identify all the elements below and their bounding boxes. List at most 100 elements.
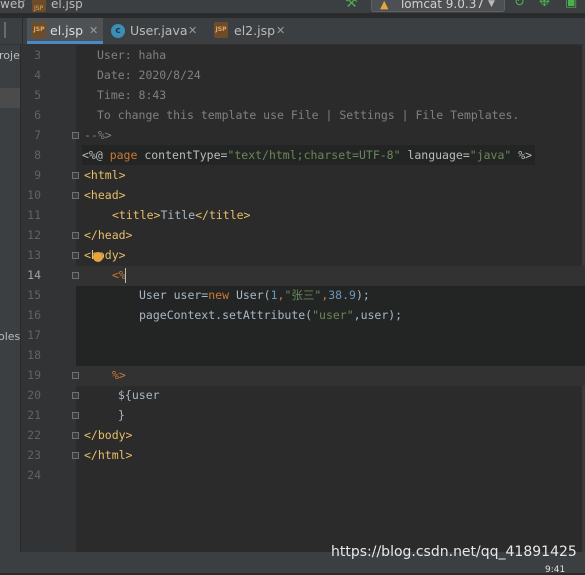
- fold-marker-icon[interactable]: [72, 432, 79, 439]
- code-line-13[interactable]: <body>: [84, 245, 126, 265]
- line-number: 15: [27, 288, 41, 302]
- line-number: 12: [27, 228, 41, 242]
- scriptlet-end-highlight: [76, 366, 585, 386]
- tab-el2-jsp[interactable]: JSP el2.jsp ✕: [210, 18, 288, 44]
- tab-bar-handle[interactable]: [0, 18, 23, 44]
- rerun-icon[interactable]: ↻: [514, 0, 525, 9]
- fold-marker-icon[interactable]: [72, 272, 79, 279]
- project-tree-item[interactable]: oles: [0, 330, 20, 343]
- fold-marker-icon[interactable]: [72, 172, 79, 179]
- close-icon[interactable]: ✕: [276, 18, 285, 44]
- fold-marker-icon[interactable]: [72, 132, 79, 139]
- code-keyword: new: [208, 288, 230, 302]
- directive-value: "text/html;charset=UTF-8": [227, 148, 401, 162]
- tab-el-jsp[interactable]: JSP el.jsp ✕: [27, 18, 103, 44]
- code-line-11[interactable]: <title>Title</title>: [112, 205, 250, 225]
- line-number: 21: [27, 408, 41, 422]
- build-hammer-icon[interactable]: ⚒: [345, 0, 358, 10]
- code-line-6[interactable]: To change this template use File | Setti…: [97, 105, 519, 125]
- directive-keyword: page: [109, 148, 138, 162]
- code-line-4[interactable]: Date: 2020/8/24: [97, 65, 201, 85]
- line-number: 7: [34, 128, 41, 142]
- line-number: 8: [34, 148, 41, 162]
- code-line-12[interactable]: </head>: [84, 225, 132, 245]
- chevron-down-icon: ▼: [488, 0, 495, 9]
- code-line-14[interactable]: <%: [112, 265, 126, 285]
- selected-tree-row[interactable]: [0, 88, 20, 108]
- debug-bug-icon[interactable]: ❉: [539, 0, 550, 9]
- jsp-file-icon: JSP: [32, 22, 46, 38]
- code-text: User(: [229, 288, 271, 302]
- line-number: 13: [27, 248, 41, 262]
- current-line-highlight: [76, 266, 585, 286]
- code-line-23[interactable]: </html>: [84, 445, 132, 465]
- directive-attr: language=: [400, 148, 470, 162]
- code-line-22[interactable]: </body>: [84, 425, 132, 445]
- tag-text: Title: [160, 208, 196, 222]
- tab-label: el.jsp: [50, 23, 84, 38]
- code-line-3[interactable]: User: haha: [97, 45, 166, 65]
- navigation-bar: web / JSP el.jsp ⚒ ▲ Tomcat 9.0.37 ▼ ↻ ❉…: [0, 0, 585, 13]
- java-class-icon: c: [111, 24, 125, 38]
- code-string: "张三": [284, 288, 322, 302]
- code-line-19[interactable]: %>: [112, 365, 126, 385]
- taskbar-clock: 9:41: [545, 565, 566, 575]
- project-panel-edge[interactable]: roje oles: [0, 45, 20, 573]
- line-number: 4: [34, 68, 41, 82]
- fold-marker-icon[interactable]: [72, 252, 79, 259]
- fold-marker-icon[interactable]: [72, 192, 79, 199]
- code-number: 38.9: [328, 288, 356, 302]
- fold-marker-icon[interactable]: [72, 372, 79, 379]
- code-number: 1: [270, 288, 278, 302]
- line-number: 10: [27, 188, 41, 202]
- close-icon[interactable]: ✕: [188, 18, 197, 44]
- line-number: 23: [27, 448, 41, 462]
- code-line-20[interactable]: ${user: [118, 385, 160, 405]
- tag-close: </title>: [195, 208, 251, 222]
- line-number: 17: [27, 328, 41, 342]
- code-string: "user": [312, 308, 354, 322]
- fold-marker-icon[interactable]: [72, 412, 79, 419]
- directive-open: <%@: [82, 148, 110, 162]
- code-text: pageContext.setAttribute(: [139, 308, 313, 322]
- line-number: 18: [27, 348, 41, 362]
- line-number: 6: [34, 108, 41, 122]
- tab-user-java[interactable]: c User.java ✕: [108, 18, 206, 44]
- code-line-10[interactable]: <head>: [84, 185, 126, 205]
- line-number: 5: [34, 88, 41, 102]
- line-number: 20: [27, 388, 41, 402]
- tab-label: el2.jsp: [234, 23, 276, 38]
- code-line-21[interactable]: }: [118, 405, 125, 425]
- run-coverage-icon[interactable]: ▣: [565, 0, 577, 9]
- directive-attr: contentType=: [137, 148, 228, 162]
- code-line-7[interactable]: --%>: [84, 125, 112, 145]
- line-number: 3: [34, 48, 41, 62]
- directive-value: "java": [469, 148, 512, 162]
- code-line-16[interactable]: pageContext.setAttribute("user",user);: [139, 305, 402, 325]
- line-number: 22: [27, 428, 41, 442]
- line-number: 19: [27, 368, 41, 382]
- close-icon[interactable]: ✕: [89, 18, 98, 44]
- code-line-5[interactable]: Time: 8:43: [97, 85, 166, 105]
- editor-tab-bar: JSP el.jsp ✕ c User.java ✕ JSP el2.jsp ✕: [0, 18, 585, 45]
- intention-bulb-icon[interactable]: [93, 252, 103, 262]
- jsp-file-icon: JSP: [31, 0, 47, 14]
- breadcrumb-separator: /: [21, 0, 26, 11]
- svg-text:JSP: JSP: [33, 5, 44, 12]
- jsp-file-icon: JSP: [214, 22, 228, 38]
- fold-marker-icon[interactable]: [72, 232, 79, 239]
- line-number: 24: [27, 468, 41, 482]
- fold-marker-icon[interactable]: [72, 392, 79, 399]
- code-line-9[interactable]: <html>: [84, 165, 126, 185]
- tag-open: <title>: [112, 208, 161, 222]
- breadcrumb-file[interactable]: el.jsp: [51, 0, 83, 10]
- code-text: User user=: [139, 288, 209, 302]
- run-configuration-dropdown[interactable]: ▲ Tomcat 9.0.37 ▼: [371, 0, 505, 12]
- code-line-8[interactable]: <%@ page contentType="text/html;charset=…: [82, 145, 536, 165]
- code-text: );: [355, 288, 370, 302]
- tab-label: User.java: [130, 23, 188, 38]
- fold-marker-icon[interactable]: [72, 452, 79, 459]
- code-line-15[interactable]: User user=new User(1,"张三",38.9);: [139, 285, 370, 305]
- line-number: 11: [27, 208, 41, 222]
- directive-close: %>: [511, 148, 533, 162]
